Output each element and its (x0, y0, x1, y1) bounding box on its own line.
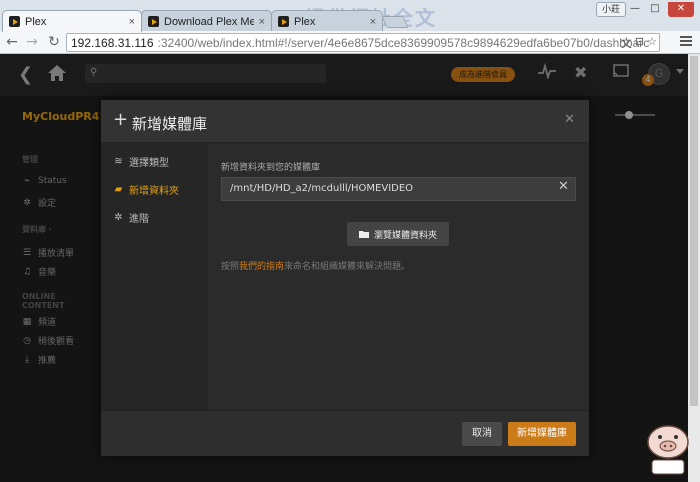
back-arrow-icon[interactable]: ← (4, 34, 20, 50)
folder-path-field[interactable]: /mnt/HD/HD_a2/mcdulll/HOMEVIDEO (221, 177, 576, 201)
cancel-button[interactable]: 取消 (462, 422, 502, 446)
guide-link[interactable]: 我們的指南 (239, 262, 284, 272)
browser-tab-download[interactable]: Download Plex Media Se × (141, 10, 272, 32)
browser-tab-plex-active[interactable]: Plex × (2, 10, 142, 32)
plex-favicon-icon (9, 16, 20, 27)
browser-menu-icon[interactable] (680, 36, 692, 48)
tab-close-icon[interactable]: × (259, 16, 265, 28)
browser-chrome: 提供網址全文 Plex × Download Plex Media Se × P… (0, 0, 700, 54)
browser-toolbar: ← → ↻ 192.168.31.116:32400/web/index.htm… (0, 31, 700, 54)
forward-arrow-icon[interactable]: → (24, 34, 40, 50)
clear-path-icon[interactable]: ✕ (558, 179, 569, 194)
reload-icon[interactable]: ↻ (46, 34, 62, 50)
gear-icon: ✲ (114, 212, 123, 223)
plex-app: ❮ ⚲ 成為進階會員 ✖ G 4 MyCloudPR4100 管理 ⌁ Statu… (0, 54, 700, 482)
plus-icon: + (113, 109, 129, 130)
plex-favicon-icon (148, 16, 159, 27)
tab-strip: 提供網址全文 Plex × Download Plex Media Se × P… (0, 0, 700, 32)
url-host: 192.168.31.116 (71, 35, 154, 50)
close-icon[interactable]: ✕ (564, 112, 575, 127)
step-select-type[interactable]: ≋ 選擇類型 (113, 154, 169, 169)
folder-icon: ▰ (114, 184, 123, 195)
tab-close-icon[interactable]: × (370, 16, 376, 28)
plex-favicon-icon (278, 16, 289, 27)
bookmark-star-icon[interactable]: ☆ (647, 35, 657, 51)
stack-icon: ≋ (114, 156, 123, 167)
modal-step-nav: ≋ 選擇類型 ▰ 新增資料夾 ✲ 進階 (101, 144, 207, 410)
modal-header: + 新增媒體庫 ✕ (101, 100, 589, 143)
pig-mascot-watermark (647, 425, 689, 475)
profile-badge[interactable]: 小莊 (596, 2, 627, 17)
tab-close-icon[interactable]: × (129, 16, 135, 28)
window-close-button[interactable]: ✕ (668, 2, 694, 17)
maximize-button[interactable]: □ (646, 2, 664, 17)
tab-title: Download Plex Media Se (164, 15, 254, 28)
tab-title: Plex (25, 15, 47, 28)
extension-icon[interactable]: ⊡ (635, 35, 644, 51)
help-text: 按照我們的指南來命名和組織媒體來解決問題。 (221, 262, 411, 272)
folder-open-icon (358, 230, 369, 238)
modal-body: 新增資料夾到您的媒體庫 /mnt/HD/HD_a2/mcdulll/HOMEVI… (208, 144, 589, 410)
scrollbar-thumb[interactable] (690, 56, 698, 406)
tab-title: Plex (294, 15, 316, 28)
add-library-modal: + 新增媒體庫 ✕ ≋ 選擇類型 ▰ 新增資料夾 ✲ 進階 新增資料夾到您的媒體庫 /… (101, 100, 589, 456)
folder-field-label: 新增資料夾到您的媒體庫 (221, 163, 321, 173)
url-path: :32400/web/index.html#!/server/4e6e8675d… (157, 35, 650, 50)
translate-icon[interactable]: 文 (621, 35, 632, 51)
step-advanced[interactable]: ✲ 進階 (113, 210, 149, 225)
address-bar[interactable]: 192.168.31.116:32400/web/index.html#!/se… (66, 33, 660, 52)
add-library-button[interactable]: 新增媒體庫 (508, 422, 576, 446)
modal-footer: 取消 新增媒體庫 (101, 410, 589, 456)
minimize-button[interactable]: — (626, 2, 644, 17)
modal-title: 新增媒體庫 (132, 115, 208, 133)
browse-folder-button[interactable]: 瀏覽媒體資料夾 (347, 222, 449, 246)
browser-tab-plex[interactable]: Plex × (271, 10, 383, 32)
step-add-folder[interactable]: ▰ 新增資料夾 (113, 182, 179, 197)
